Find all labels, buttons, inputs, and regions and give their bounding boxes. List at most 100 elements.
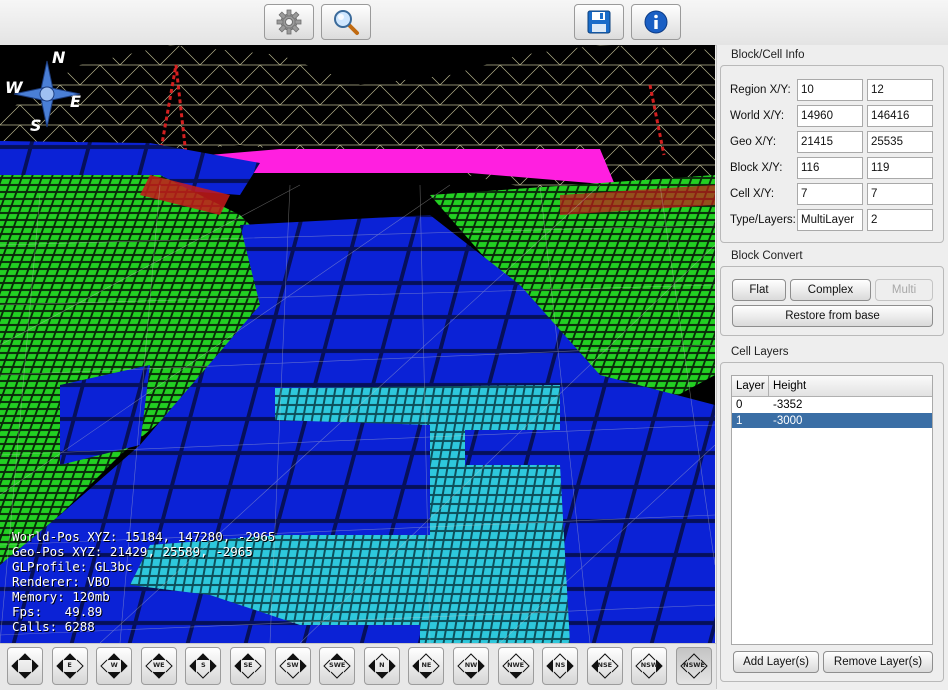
memory-text: Memory: 120mb bbox=[12, 589, 110, 604]
direction-button-we[interactable]: WE bbox=[140, 647, 177, 685]
compass-n: N bbox=[52, 49, 66, 67]
direction-label: NWE bbox=[507, 661, 525, 669]
search-button[interactable] bbox=[321, 4, 371, 40]
settings-button[interactable] bbox=[264, 4, 314, 40]
flat-button[interactable]: Flat bbox=[732, 279, 786, 301]
cell-y-field[interactable]: 7 bbox=[867, 183, 933, 205]
main-toolbar bbox=[0, 0, 948, 46]
geo-x-field[interactable]: 21415 bbox=[797, 131, 863, 153]
column-layer[interactable]: Layer bbox=[732, 376, 769, 396]
direction-button-ns[interactable]: NS bbox=[542, 647, 579, 685]
geo-pos-text: Geo-Pos XYZ: 21429, 25589, -2965 bbox=[12, 544, 253, 559]
table-row-selected[interactable]: 1 -3000 bbox=[732, 413, 932, 428]
direction-button-nw[interactable]: NW bbox=[453, 647, 489, 685]
add-layers-button[interactable]: Add Layer(s) bbox=[733, 651, 819, 673]
arrow-s-icon bbox=[553, 671, 567, 679]
direction-label: SWE bbox=[329, 661, 346, 669]
terrain-3d-viewport[interactable]: N S E W World-Pos XYZ: 15184, 147280, -2… bbox=[0, 45, 715, 643]
direction-label: WE bbox=[152, 661, 165, 669]
direction-button-ne[interactable]: NE bbox=[408, 647, 445, 685]
cell-layers-table[interactable]: Layer Height 0 -3352 1 -3000 bbox=[731, 375, 933, 645]
arrow-n-icon bbox=[152, 653, 166, 661]
direction-label: W bbox=[110, 661, 118, 669]
arrow-n-icon bbox=[107, 653, 121, 661]
remove-layers-button[interactable]: Remove Layer(s) bbox=[823, 651, 933, 673]
region-x-field[interactable]: 10 bbox=[797, 79, 863, 101]
calls-text: Calls: 6288 bbox=[12, 619, 95, 634]
render-stats-overlay: World-Pos XYZ: 15184, 147280, -2965 Geo-P… bbox=[12, 529, 275, 634]
gear-icon bbox=[276, 9, 302, 35]
geo-y-field[interactable]: 25535 bbox=[867, 131, 933, 153]
direction-button-s[interactable]: S bbox=[185, 647, 222, 685]
arrow-n-icon bbox=[330, 653, 344, 661]
direction-label: E bbox=[67, 661, 72, 669]
direction-button-e[interactable]: E bbox=[51, 647, 88, 685]
direction-button-swe[interactable]: SWE bbox=[319, 647, 356, 685]
info-icon bbox=[644, 10, 668, 34]
arrow-n-icon bbox=[63, 653, 76, 661]
direction-button-nsw[interactable]: NSW bbox=[631, 647, 668, 685]
region-y-field[interactable]: 12 bbox=[867, 79, 933, 101]
arrow-n-icon bbox=[18, 653, 32, 661]
arrow-s-icon bbox=[63, 671, 76, 679]
save-button[interactable] bbox=[574, 4, 624, 40]
direction-arrows-icon bbox=[11, 653, 39, 679]
direction-label: NSWE bbox=[683, 661, 705, 669]
region-xy-label: Region X/Y: bbox=[730, 84, 791, 96]
fps-text: Fps: 49.89 bbox=[12, 604, 103, 619]
direction-button-n[interactable]: N bbox=[363, 647, 400, 685]
block-x-field[interactable]: 116 bbox=[797, 157, 863, 179]
complex-button[interactable]: Complex bbox=[790, 279, 871, 301]
restore-from-base-button[interactable]: Restore from base bbox=[732, 305, 933, 327]
geo-xy-label: Geo X/Y: bbox=[730, 136, 777, 148]
save-icon bbox=[587, 10, 611, 34]
arrow-s-icon bbox=[509, 671, 522, 679]
arrow-n-icon bbox=[375, 653, 389, 661]
arrow-n-icon bbox=[687, 653, 701, 661]
direction-label: SE bbox=[243, 661, 253, 669]
direction-button-sw[interactable]: SW bbox=[274, 647, 311, 685]
arrow-s-icon bbox=[687, 671, 701, 679]
column-height[interactable]: Height bbox=[769, 376, 932, 396]
block-y-field[interactable]: 119 bbox=[867, 157, 933, 179]
direction-button-none[interactable] bbox=[7, 647, 43, 685]
block-cell-info-group: Region X/Y: 10 12 World X/Y: 14960 14641… bbox=[720, 65, 944, 243]
table-row[interactable]: 0 -3352 bbox=[732, 397, 932, 412]
cell-x-field[interactable]: 7 bbox=[797, 183, 863, 205]
arrow-s-icon bbox=[464, 671, 478, 679]
direction-label: S bbox=[201, 661, 206, 669]
cell-xy-label: Cell X/Y: bbox=[730, 188, 775, 200]
direction-button-w[interactable]: W bbox=[96, 647, 133, 685]
arrow-w-icon bbox=[11, 659, 19, 673]
world-xy-label: World X/Y: bbox=[730, 110, 785, 122]
world-y-field[interactable]: 146416 bbox=[867, 105, 933, 127]
info-button[interactable] bbox=[631, 4, 681, 40]
layer-cell: 0 bbox=[736, 398, 743, 411]
arrow-s-icon bbox=[375, 671, 389, 679]
arrow-n-icon bbox=[643, 653, 656, 661]
table-header: Layer Height bbox=[732, 376, 932, 397]
direction-button-nse[interactable]: NSE bbox=[586, 647, 623, 685]
direction-button-nwe[interactable]: NWE bbox=[497, 647, 534, 685]
multi-button[interactable]: Multi bbox=[875, 279, 933, 301]
search-icon bbox=[334, 10, 359, 35]
arrow-s-icon bbox=[643, 671, 656, 679]
arrow-s-icon bbox=[420, 671, 433, 679]
layers-field[interactable]: 2 bbox=[867, 209, 933, 231]
direction-button-se[interactable]: SE bbox=[230, 647, 266, 685]
arrow-e-icon bbox=[31, 659, 39, 673]
arrow-n-icon bbox=[286, 653, 299, 661]
compass-e: E bbox=[70, 92, 81, 111]
arrow-s-icon bbox=[241, 671, 255, 679]
type-field[interactable]: MultiLayer bbox=[797, 209, 863, 231]
world-x-field[interactable]: 14960 bbox=[797, 105, 863, 127]
renderer-text: Renderer: VBO bbox=[12, 574, 110, 589]
direction-label: NW bbox=[464, 661, 478, 669]
arrow-s-icon bbox=[18, 671, 32, 679]
direction-button-nswe[interactable]: NSWE bbox=[676, 647, 712, 685]
gl-profile-text: GLProfile: GL3bc bbox=[12, 559, 133, 574]
arrow-s-icon bbox=[152, 671, 166, 679]
arrow-n-icon bbox=[464, 653, 478, 661]
block-xy-label: Block X/Y: bbox=[730, 162, 783, 174]
height-cell: -3000 bbox=[773, 414, 803, 427]
